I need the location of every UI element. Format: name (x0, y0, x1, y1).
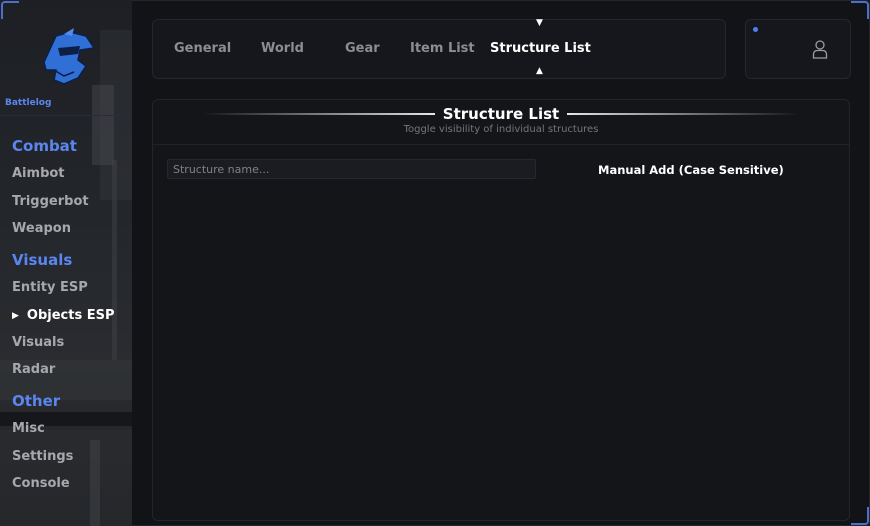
tab-item-list[interactable]: Item List (410, 41, 475, 56)
sidebar-item-radar[interactable]: Radar (12, 362, 55, 377)
tab-world[interactable]: World (261, 41, 304, 56)
panel-title: Structure List (442, 105, 560, 123)
sidebar-item-visuals[interactable]: Visuals (12, 335, 64, 350)
sidebar-item-misc[interactable]: Misc (12, 421, 45, 436)
sidebar-item-settings[interactable]: Settings (12, 449, 73, 464)
tab-general[interactable]: General (174, 41, 231, 56)
tab-gear[interactable]: Gear (345, 41, 380, 56)
knight-logo-icon (43, 28, 96, 85)
profile-box (745, 19, 851, 79)
structure-list-panel: Structure List Toggle visibility of indi… (152, 99, 850, 521)
panel-subtitle: Toggle visibility of individual structur… (403, 124, 599, 135)
panel-divider (153, 144, 849, 145)
tab-indicator-up-icon: ▲ (536, 66, 543, 76)
structure-name-input[interactable] (167, 159, 536, 179)
section-other: Other (12, 392, 61, 410)
sidebar-item-triggerbot[interactable]: Triggerbot (12, 194, 89, 209)
brand-divider (0, 115, 132, 116)
active-arrow-icon: ▶ (12, 311, 19, 321)
section-combat: Combat (12, 137, 77, 155)
sidebar-item-entity-esp[interactable]: Entity ESP (12, 280, 88, 295)
tab-bar: General World Gear Item List Structure L… (152, 18, 726, 79)
sidebar-item-objects-esp[interactable]: ▶ Objects ESP (12, 308, 115, 323)
sidebar-item-aimbot[interactable]: Aimbot (12, 166, 65, 181)
tab-structure-list[interactable]: Structure List (490, 41, 591, 56)
sidebar-item-label: Objects ESP (26, 308, 115, 323)
corner-bracket-top-right (851, 1, 869, 19)
sidebar: Battlelog Combat Aimbot Triggerbot Weapo… (0, 0, 132, 526)
status-dot (753, 27, 758, 32)
sidebar-item-console[interactable]: Console (12, 476, 70, 491)
corner-bracket-top-left (1, 1, 19, 19)
sidebar-item-weapon[interactable]: Weapon (12, 221, 71, 236)
user-icon[interactable] (812, 39, 828, 59)
brand-label: Battlelog (5, 98, 52, 108)
section-visuals: Visuals (12, 251, 73, 269)
manual-add-button[interactable]: Manual Add (Case Sensitive) (593, 159, 789, 181)
tab-indicator-down-icon: ▼ (536, 18, 543, 28)
corner-bracket-bottom-right (851, 507, 869, 525)
